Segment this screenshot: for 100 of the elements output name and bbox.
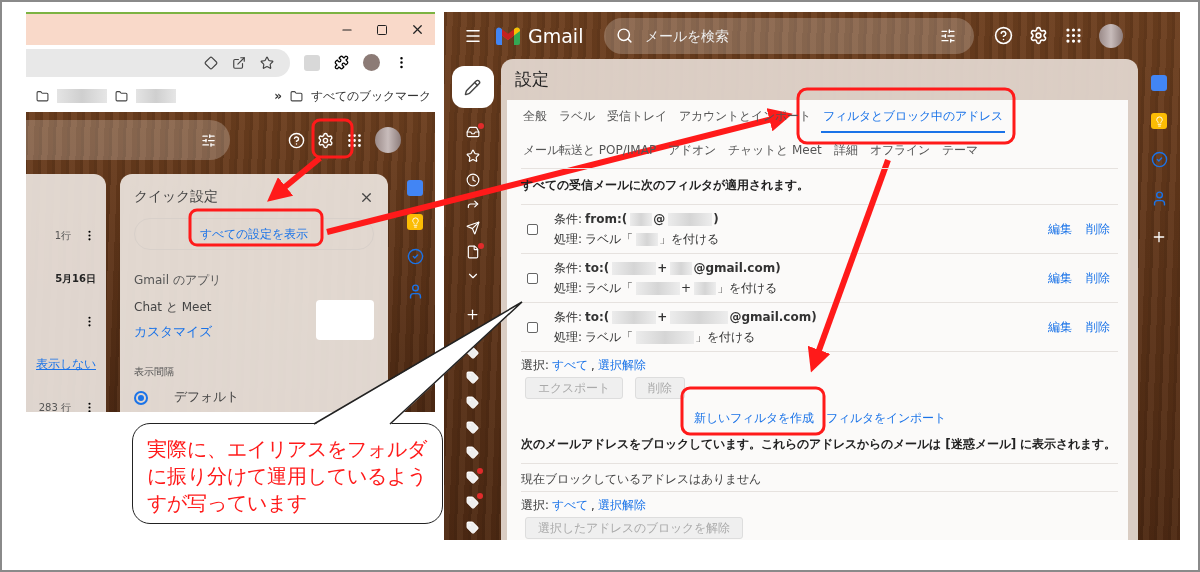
- label-icon[interactable]: [466, 521, 479, 534]
- checkbox[interactable]: [527, 321, 538, 333]
- add-icon[interactable]: [1151, 229, 1167, 245]
- settings-tab[interactable]: アドオン: [666, 135, 719, 167]
- settings-tab[interactable]: チャットと Meet: [726, 135, 824, 167]
- all-bookmarks-link[interactable]: すべてのブックマーク: [311, 87, 431, 105]
- row-count-text: 1行: [54, 228, 71, 243]
- condition-label: 条件:: [554, 259, 583, 277]
- more-bookmarks-button[interactable]: »: [274, 89, 282, 103]
- extensions-icon[interactable]: [334, 55, 349, 70]
- star-icon[interactable]: [465, 149, 480, 163]
- filter-text: 」を付ける: [659, 230, 720, 248]
- deselect-link[interactable]: 選択解除: [597, 358, 646, 373]
- action-label: 処理:: [554, 279, 583, 297]
- account-avatar[interactable]: [375, 127, 401, 153]
- filter-text: ラベル「: [585, 279, 634, 297]
- condition-label: 条件:: [554, 308, 583, 326]
- label-icon[interactable]: [466, 446, 479, 459]
- settings-tab[interactable]: ラベル: [557, 101, 597, 133]
- blurred-text: [636, 232, 659, 246]
- edit-link[interactable]: 編集: [1048, 319, 1072, 335]
- label-icon[interactable]: [466, 496, 479, 509]
- folder-icon[interactable]: [115, 89, 128, 103]
- send-icon[interactable]: [465, 221, 480, 235]
- separator-text: ,: [590, 358, 595, 373]
- blurred-text: [636, 330, 695, 344]
- filter-text: +: [657, 310, 668, 324]
- row-count-text: 283 行: [38, 400, 71, 412]
- help-icon[interactable]: [288, 131, 305, 149]
- label-icon[interactable]: [466, 471, 479, 484]
- label-icon[interactable]: [466, 371, 479, 384]
- customize-link[interactable]: カスタマイズ: [134, 324, 212, 341]
- delete-link[interactable]: 削除: [1086, 270, 1110, 286]
- panel-title: クイック設定: [134, 188, 218, 206]
- filter-options-icon[interactable]: [940, 27, 956, 44]
- label-icon[interactable]: [466, 396, 479, 409]
- condition-label: 条件:: [554, 210, 583, 228]
- inbox-icon[interactable]: [465, 125, 480, 139]
- search-icon[interactable]: [616, 27, 633, 44]
- file-icon[interactable]: [465, 245, 480, 259]
- filter-text: @gmail.com): [693, 261, 781, 275]
- maximize-icon[interactable]: [376, 23, 388, 36]
- profile-avatar[interactable]: [363, 54, 380, 71]
- pencil-icon: [464, 78, 481, 96]
- blurred-text: [694, 281, 717, 295]
- select-all-link[interactable]: すべて: [551, 358, 588, 373]
- callout-text: 実際に、エイリアスをフォルダに振り分けて運用しているようすが写っています: [147, 437, 428, 517]
- settings-icon[interactable]: [1029, 26, 1048, 45]
- important-icon[interactable]: [465, 197, 480, 211]
- settings-tab[interactable]: 受信トレイ: [605, 101, 669, 133]
- blurred-text: [630, 212, 653, 226]
- apps-grid-icon[interactable]: [1064, 26, 1083, 45]
- blurred-text: [612, 261, 657, 275]
- edit-link[interactable]: 編集: [1048, 221, 1072, 237]
- deselect-link[interactable]: 選択解除: [597, 498, 646, 513]
- help-icon[interactable]: [994, 26, 1013, 45]
- share-icon[interactable]: [232, 55, 246, 70]
- add-label-icon[interactable]: [465, 306, 480, 322]
- search-input[interactable]: メールを検索: [643, 26, 930, 45]
- hide-link[interactable]: 表示しない: [36, 356, 96, 373]
- diamond-icon[interactable]: [204, 55, 218, 70]
- delete-link[interactable]: 削除: [1086, 221, 1110, 237]
- delete-link[interactable]: 削除: [1086, 319, 1110, 335]
- filter-options-icon[interactable]: [201, 132, 216, 148]
- filter-text: ): [713, 212, 719, 226]
- settings-tab[interactable]: アカウントとインポート: [677, 101, 813, 133]
- select-all-link[interactable]: すべて: [551, 498, 588, 513]
- account-avatar[interactable]: [1099, 23, 1123, 48]
- filter-text: @gmail.com): [729, 310, 817, 324]
- filter-text: 」を付ける: [717, 279, 778, 297]
- settings-tab[interactable]: 全般: [521, 101, 549, 133]
- checkbox[interactable]: [527, 272, 538, 284]
- settings-icon[interactable]: [317, 131, 334, 149]
- tasks-icon[interactable]: [406, 248, 424, 265]
- edit-link[interactable]: 編集: [1048, 270, 1072, 286]
- filter-text: 」を付ける: [695, 328, 756, 346]
- settings-tab[interactable]: オフライン: [867, 135, 932, 167]
- label-icon[interactable]: [466, 421, 479, 434]
- filter-text: to:(: [585, 261, 610, 275]
- checkbox[interactable]: [527, 223, 538, 235]
- search-field[interactable]: メールを検索: [604, 17, 974, 54]
- blurred-text: [670, 310, 729, 324]
- settings-tab[interactable]: テーマ: [939, 135, 980, 167]
- filter-text: +: [681, 281, 692, 295]
- tasks-icon[interactable]: [1150, 151, 1168, 168]
- compose-button[interactable]: [451, 66, 494, 108]
- apps-grid-icon[interactable]: [346, 131, 363, 149]
- clock-icon[interactable]: [465, 173, 480, 187]
- blurred-text: [612, 310, 657, 324]
- folder-icon[interactable]: [36, 89, 49, 103]
- import-filter-link[interactable]: フィルタをインポート: [825, 411, 946, 426]
- settings-tab[interactable]: 詳細: [831, 135, 860, 167]
- separator-text: ,: [590, 498, 595, 513]
- folder-icon[interactable]: [290, 89, 303, 103]
- create-filter-link[interactable]: 新しいフィルタを作成: [693, 411, 814, 426]
- settings-tab[interactable]: フィルタとブロック中のアドレス: [821, 101, 1005, 133]
- chat-meet-label: Chat と Meet: [134, 299, 212, 316]
- radio-button[interactable]: [134, 390, 148, 405]
- close-icon[interactable]: [410, 22, 425, 37]
- bookmark-star-icon[interactable]: [260, 55, 274, 70]
